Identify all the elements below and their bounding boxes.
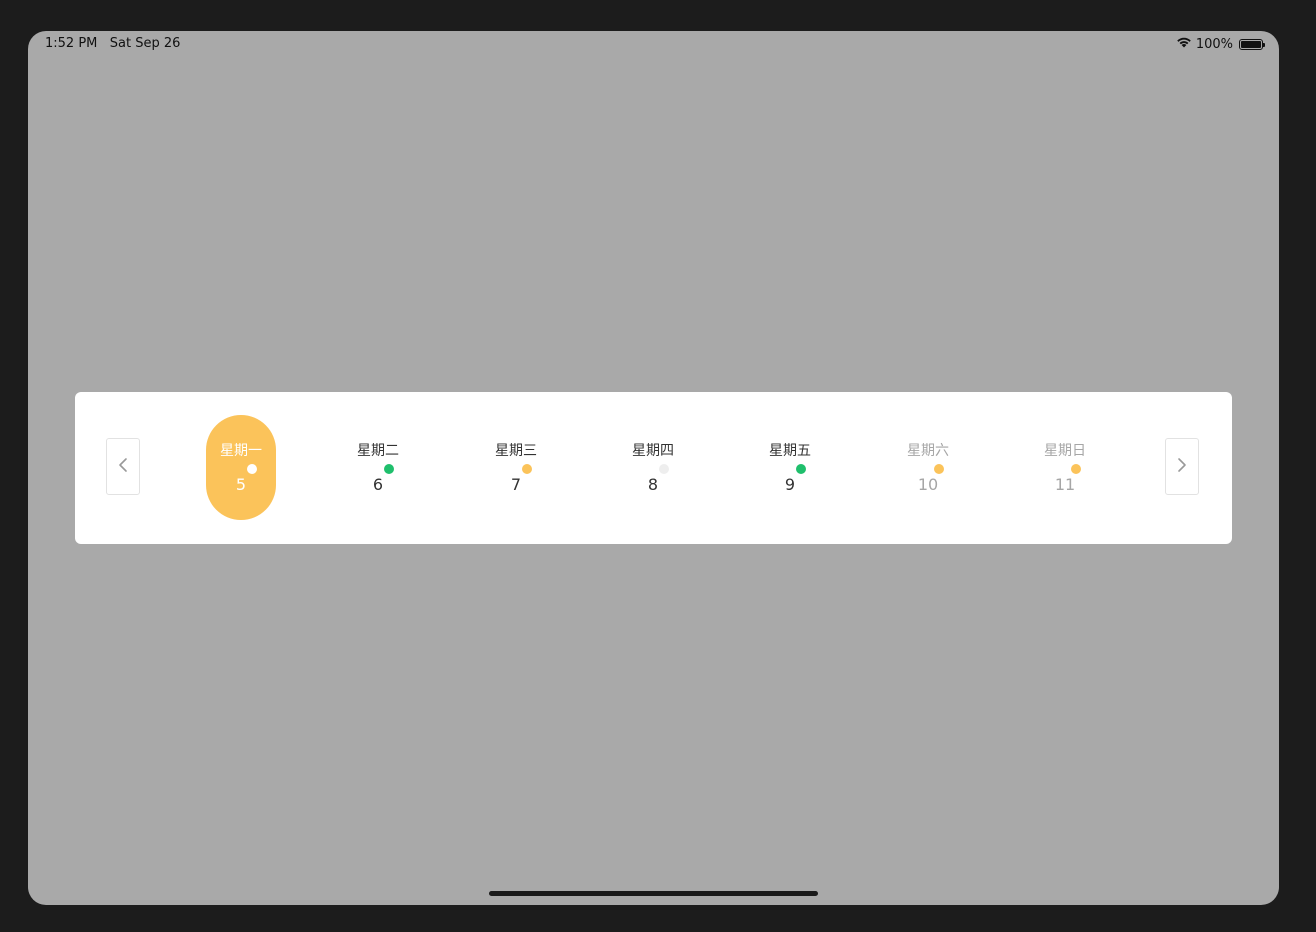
day-cell[interactable]: 星期二 6 [343,415,413,520]
status-dot [934,464,944,474]
day-number: 5 [235,475,247,494]
day-cell[interactable]: 星期三 7 [481,415,551,520]
status-bar: 1:52 PM Sat Sep 26 100% [28,31,1279,57]
day-number: 10 [917,475,939,494]
battery-percent: 100% [1195,36,1233,52]
status-dot [1071,464,1081,474]
wifi-icon [1176,36,1192,52]
day-label: 星期五 [769,443,811,459]
chevron-left-icon [118,457,128,477]
day-number: 6 [372,475,384,494]
prev-week-button[interactable] [106,438,140,495]
status-dot [796,464,806,474]
status-indicators: 100% [1176,36,1265,52]
day-label: 星期六 [907,443,949,459]
status-dot [659,464,669,474]
day-cell[interactable]: 星期六 10 [893,415,963,520]
week-picker-card: 星期一 5 星期二 6 星期三 7 星期四 8 星期五 9 星期六 10 星期日 11 [75,392,1232,544]
day-cell[interactable]: 星期五 9 [755,415,825,520]
day-cell[interactable]: 星期一 5 [206,415,276,520]
day-label: 星期一 [220,443,262,459]
status-dot [522,464,532,474]
status-time: 1:52 PM [45,36,98,51]
status-time-date: 1:52 PM Sat Sep 26 [45,36,180,51]
day-number: 7 [510,475,522,494]
day-number: 11 [1054,475,1076,494]
status-dot [384,464,394,474]
day-label: 星期日 [1044,443,1086,459]
day-number: 8 [647,475,659,494]
ipad-screen: 1:52 PM Sat Sep 26 100% 星期一 5 星期二 6 星期三 … [28,31,1279,905]
day-cell[interactable]: 星期日 11 [1030,415,1100,520]
day-label: 星期二 [357,443,399,459]
day-cell[interactable]: 星期四 8 [618,415,688,520]
status-dot [247,464,257,474]
day-label: 星期四 [632,443,674,459]
status-date: Sat Sep 26 [109,36,181,51]
home-indicator[interactable] [489,891,818,896]
next-week-button[interactable] [1165,438,1199,495]
day-number: 9 [784,475,796,494]
chevron-right-icon [1177,457,1187,477]
day-label: 星期三 [495,443,537,459]
battery-cap [1263,42,1265,47]
battery-fill [1241,40,1261,48]
battery-icon [1239,38,1265,50]
